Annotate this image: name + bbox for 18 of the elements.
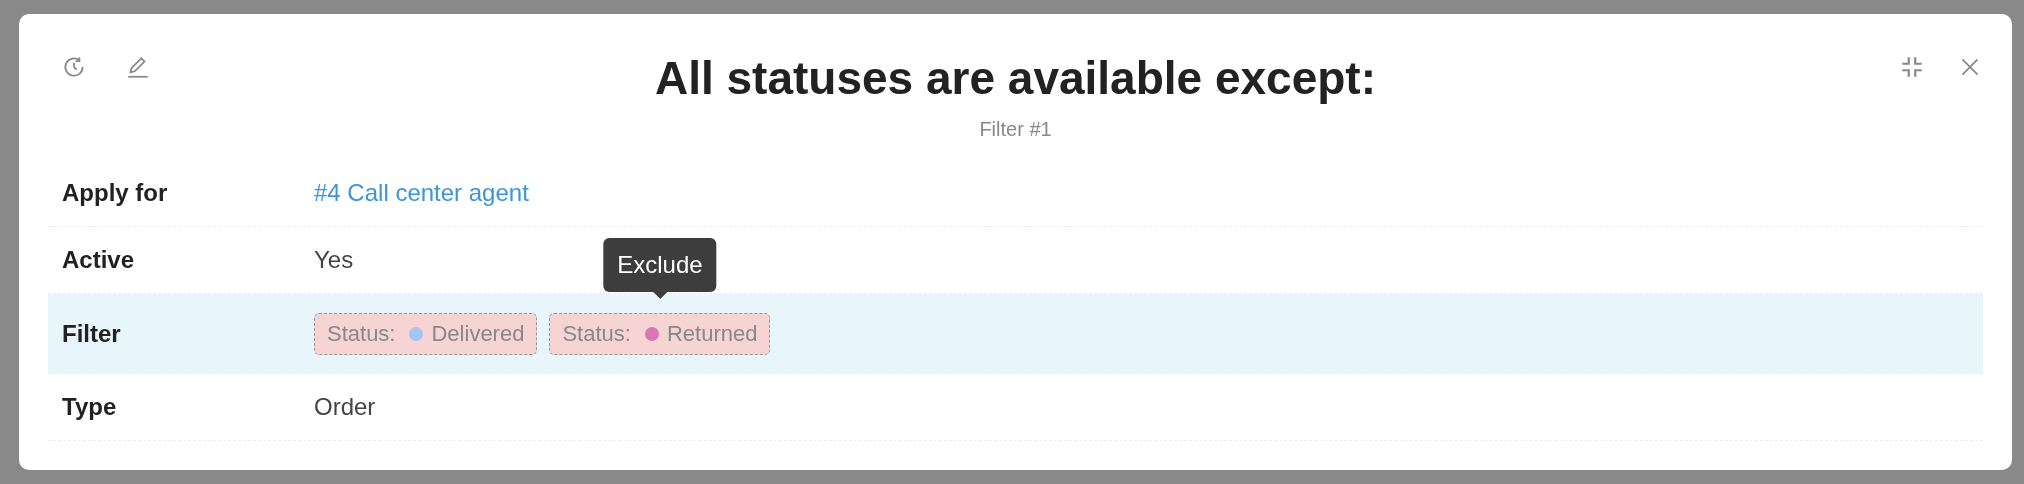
status-chip[interactable]: Status: Delivered bbox=[314, 312, 538, 355]
dialog-title: All statuses are available except: bbox=[654, 51, 1376, 106]
field-label: Type bbox=[62, 392, 118, 422]
chip-prefix: Status: bbox=[327, 320, 396, 348]
field-label: Active bbox=[62, 245, 136, 275]
field-value: Order bbox=[314, 392, 376, 422]
field-value: Yes bbox=[314, 245, 354, 275]
collapse-icon[interactable] bbox=[1899, 54, 1925, 80]
chip-prefix: Status: bbox=[562, 320, 631, 348]
chip-value: Returned bbox=[666, 320, 758, 348]
field-label: Filter bbox=[62, 318, 122, 349]
status-chip[interactable]: Status: Returned bbox=[549, 312, 771, 355]
dialog-subtitle: Filter #1 bbox=[979, 117, 1052, 142]
field-label: Apply for bbox=[62, 178, 169, 208]
edit-icon[interactable] bbox=[125, 54, 151, 80]
chip-value: Delivered bbox=[431, 320, 525, 348]
tooltip: Exclude bbox=[603, 237, 717, 299]
agent-link[interactable]: #4 Call center agent bbox=[314, 175, 529, 211]
